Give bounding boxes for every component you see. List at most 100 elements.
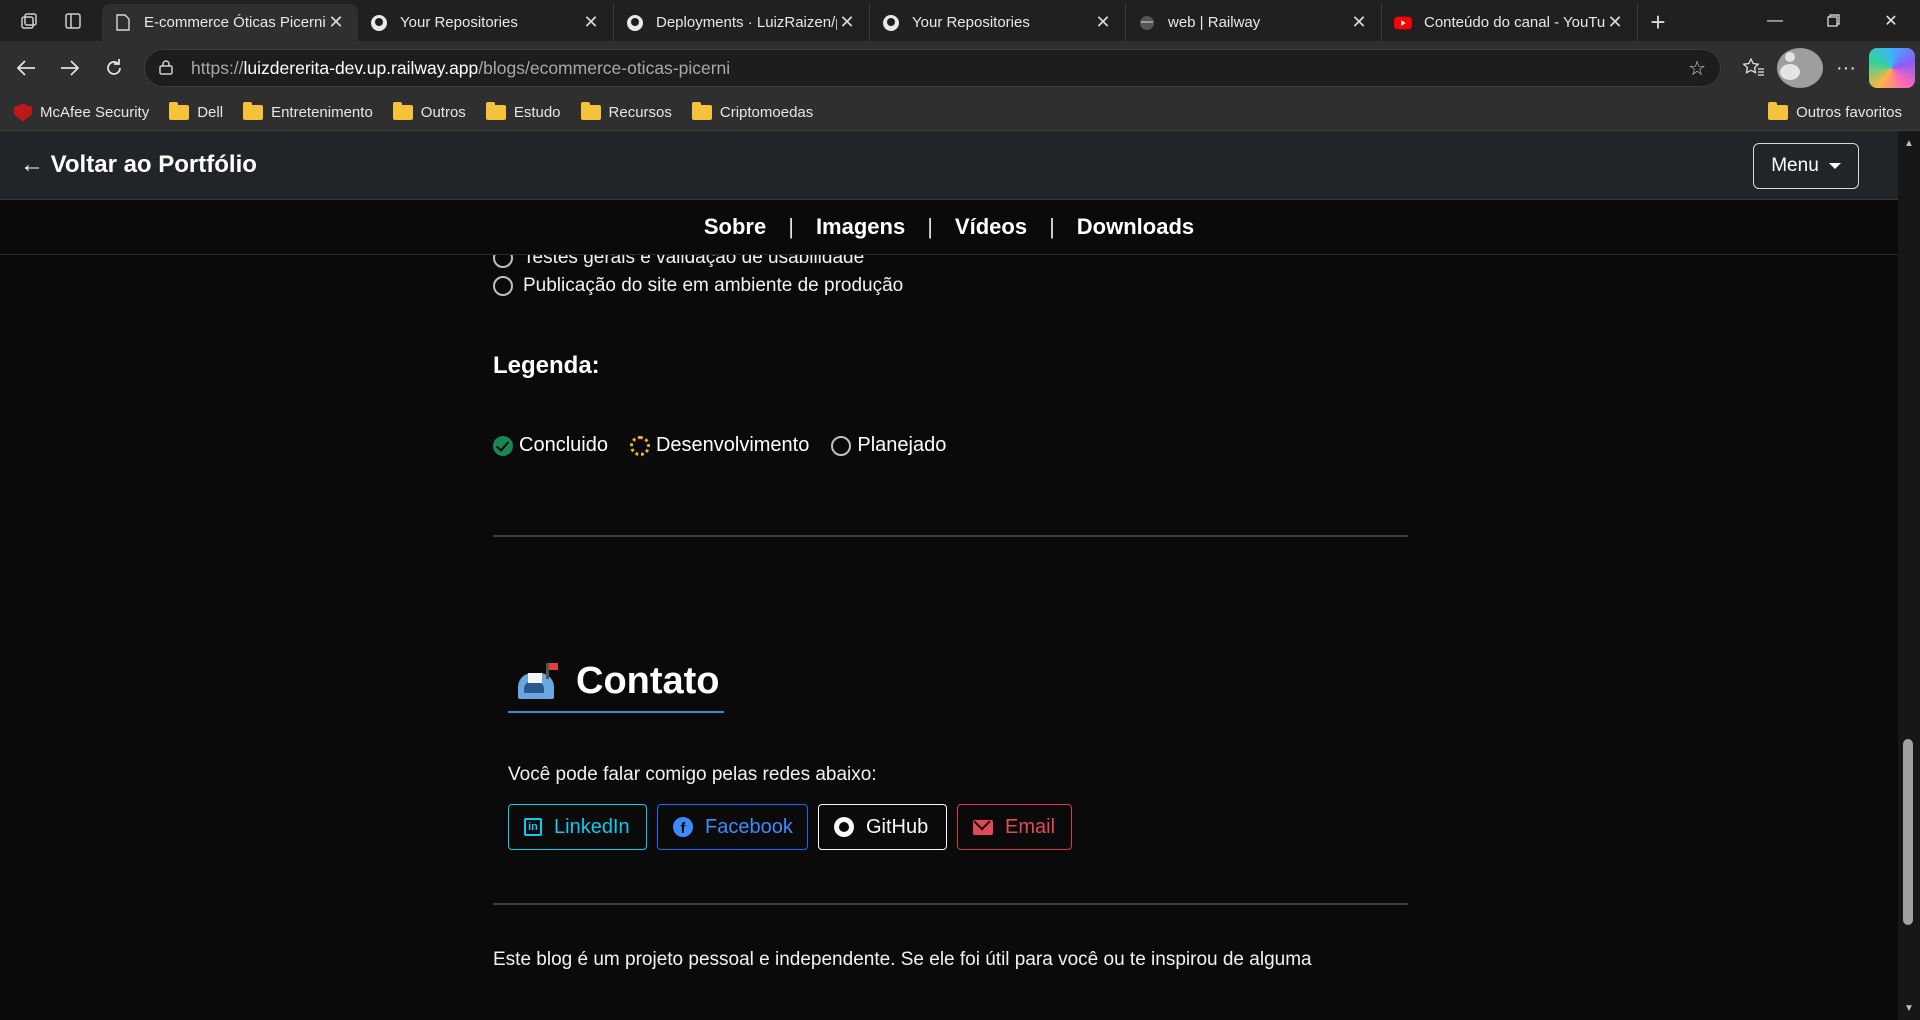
bookmark-recursos[interactable]: Recursos <box>571 98 682 128</box>
bookmark-label: Dell <box>197 104 224 121</box>
folder-icon <box>169 102 190 120</box>
nav-imagens[interactable]: Imagens <box>816 214 905 240</box>
tab-title: Your Repositories <box>400 14 518 31</box>
url-input[interactable]: https://luizdererita-dev.up.railway.app /… <box>144 49 1721 87</box>
bookmark-label: Estudo <box>513 104 561 121</box>
refresh-icon[interactable] <box>92 48 136 88</box>
menu-label: Menu <box>1771 155 1819 176</box>
more-options-icon[interactable]: ··· <box>1823 48 1869 88</box>
page-icon <box>114 14 132 32</box>
checklist-item: Publicação do site em ambiente de produç… <box>493 275 903 297</box>
github-icon <box>834 817 854 837</box>
avatar-icon <box>1777 48 1823 88</box>
bookmark-estudo[interactable]: Estudo <box>476 98 571 128</box>
footer-paragraph: Este blog é um projeto pessoal e indepen… <box>493 949 1312 970</box>
tab-title: Your Repositories <box>912 14 1030 31</box>
legend-dev: Desenvolvimento <box>629 434 810 457</box>
scroll-up-icon[interactable]: ▲ <box>1898 133 1920 153</box>
checklist-text: Publicação do site em ambiente de produç… <box>523 275 904 296</box>
close-icon[interactable]: ✕ <box>837 12 857 33</box>
menu-dropdown-button[interactable]: Menu <box>1753 143 1859 189</box>
mailbox-icon <box>518 663 558 699</box>
nav-sobre[interactable]: Sobre <box>704 214 766 240</box>
folder-icon <box>691 102 712 120</box>
close-icon[interactable]: ✕ <box>1349 12 1369 33</box>
tab-deployments[interactable]: Deployments · LuizRaizen/p ✕ <box>614 4 870 41</box>
back-arrow-icon[interactable] <box>4 48 48 88</box>
legend: Concluido Desenvolvimento Planejado <box>493 434 968 457</box>
tab-repositories-2[interactable]: Your Repositories ✕ <box>870 4 1126 41</box>
back-to-portfolio-link[interactable]: ← Voltar ao Portfólio <box>20 151 257 179</box>
button-label: Email <box>1005 815 1056 838</box>
scroll-down-icon[interactable]: ▼ <box>1898 998 1920 1018</box>
contact-heading: Contato <box>508 653 720 709</box>
bookmark-label: Outros favoritos <box>1796 104 1902 121</box>
bookmark-label: Outros <box>420 104 466 121</box>
workspaces-icon[interactable] <box>18 10 40 32</box>
tab-youtube[interactable]: Conteúdo do canal - YouTu ✕ <box>1382 4 1638 41</box>
bookmark-label: Entretenimento <box>271 104 373 121</box>
tab-title: Conteúdo do canal - YouTu <box>1424 14 1605 31</box>
site-info-icon[interactable] <box>159 59 181 78</box>
linkedin-button[interactable]: in LinkedIn <box>508 804 647 850</box>
button-label: Facebook <box>705 815 793 838</box>
site-header: ← Voltar ao Portfólio Menu <box>0 131 1898 200</box>
new-tab-button[interactable]: + <box>1638 4 1678 41</box>
bookmarks-bar: McAfee Security Dell Entretenimento Outr… <box>0 95 1920 131</box>
button-label: GitHub <box>866 815 929 838</box>
tab-ecommerce[interactable]: E-commerce Óticas Picerni ✕ <box>102 4 358 41</box>
page-scrollbar[interactable]: ▲ ▼ <box>1898 131 1920 1020</box>
nav-videos[interactable]: Vídeos <box>955 214 1027 240</box>
nav-downloads[interactable]: Downloads <box>1077 214 1194 240</box>
restore-icon[interactable] <box>1804 0 1862 41</box>
tab-repositories[interactable]: Your Repositories ✕ <box>358 4 614 41</box>
bookmark-other-favorites[interactable]: Outros favoritos <box>1758 98 1912 128</box>
legend-label: Desenvolvimento <box>655 434 810 456</box>
check-circle-icon <box>493 435 513 456</box>
tab-title: web | Railway <box>1168 14 1261 31</box>
tab-railway[interactable]: web | Railway ✕ <box>1126 4 1382 41</box>
nav-separator: | <box>788 214 794 239</box>
github-button[interactable]: GitHub <box>818 804 947 850</box>
bookmark-entretenimento[interactable]: Entretenimento <box>233 98 383 128</box>
bookmark-dell[interactable]: Dell <box>159 98 233 128</box>
bookmark-outros[interactable]: Outros <box>383 98 476 128</box>
mcafee-icon <box>14 103 32 122</box>
url-host: luizdererita-dev.up.railway.app <box>243 57 479 78</box>
legend-done: Concluido <box>493 434 608 457</box>
folder-icon <box>485 102 506 120</box>
close-icon[interactable]: ✕ <box>326 12 346 33</box>
close-icon[interactable]: ✕ <box>581 12 601 33</box>
legend-label: Concluido <box>519 434 608 456</box>
copilot-logo <box>1869 48 1915 88</box>
vertical-tabs-icon[interactable] <box>62 10 84 32</box>
contact-title: Contato <box>576 659 720 702</box>
profile-avatar[interactable] <box>1777 48 1823 88</box>
close-window-icon[interactable]: ✕ <box>1862 0 1920 41</box>
close-icon[interactable]: ✕ <box>1093 12 1113 33</box>
linkedin-icon: in <box>524 818 542 836</box>
folder-icon <box>243 102 264 120</box>
scrollbar-thumb[interactable] <box>1903 739 1913 925</box>
facebook-button[interactable]: f Facebook <box>657 804 808 850</box>
legend-heading: Legenda: <box>493 352 600 379</box>
browser-tab-bar: E-commerce Óticas Picerni ✕ Your Reposit… <box>0 0 1920 41</box>
minimize-icon[interactable]: — <box>1746 0 1804 41</box>
favorite-star-icon[interactable]: ☆ <box>1688 56 1706 81</box>
copilot-icon[interactable] <box>1869 48 1915 88</box>
favorites-icon[interactable] <box>1731 48 1777 88</box>
email-button[interactable]: Email <box>957 804 1072 850</box>
close-icon[interactable]: ✕ <box>1605 12 1625 33</box>
planned-circle-icon <box>493 276 513 296</box>
divider <box>493 535 1408 537</box>
toolbar-right: ··· <box>1731 48 1915 88</box>
bookmark-criptomoedas[interactable]: Criptomoedas <box>682 98 823 128</box>
bookmark-label: Recursos <box>608 104 672 121</box>
bookmark-mcafee[interactable]: McAfee Security <box>0 98 159 128</box>
forward-arrow-icon[interactable] <box>48 48 92 88</box>
github-icon <box>882 14 900 32</box>
folder-icon <box>1768 102 1789 120</box>
heading-underline <box>508 711 724 713</box>
folder-icon <box>392 102 413 120</box>
window-controls: — ✕ <box>1746 0 1920 41</box>
